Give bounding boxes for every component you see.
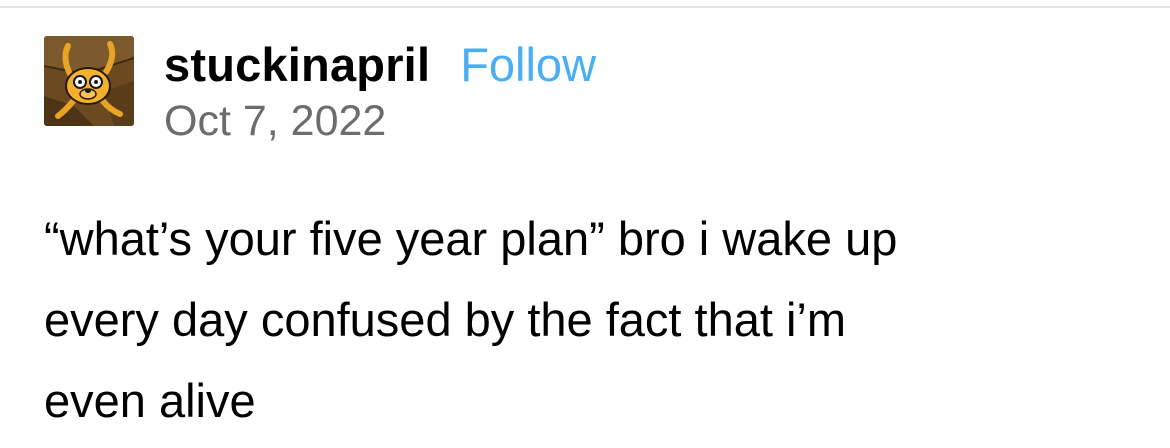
follow-button[interactable]: Follow — [460, 36, 596, 94]
post-body-line: “what’s your five year plan” bro i wake … — [44, 212, 898, 265]
post-body: “what’s your five year plan” bro i wake … — [44, 198, 1144, 441]
top-divider — [0, 6, 1170, 8]
post-meta: stuckinapril Follow Oct 7, 2022 — [164, 36, 596, 146]
name-row: stuckinapril Follow — [164, 36, 596, 94]
avatar[interactable] — [44, 36, 134, 126]
post-body-line: every day confused by the fact that i’m — [44, 293, 847, 346]
post-header: stuckinapril Follow Oct 7, 2022 — [44, 36, 596, 145]
post-body-line: even alive — [44, 374, 256, 427]
username-link[interactable]: stuckinapril — [164, 36, 430, 94]
jake-the-dog-avatar-icon — [44, 36, 134, 126]
post-date[interactable]: Oct 7, 2022 — [164, 96, 596, 146]
